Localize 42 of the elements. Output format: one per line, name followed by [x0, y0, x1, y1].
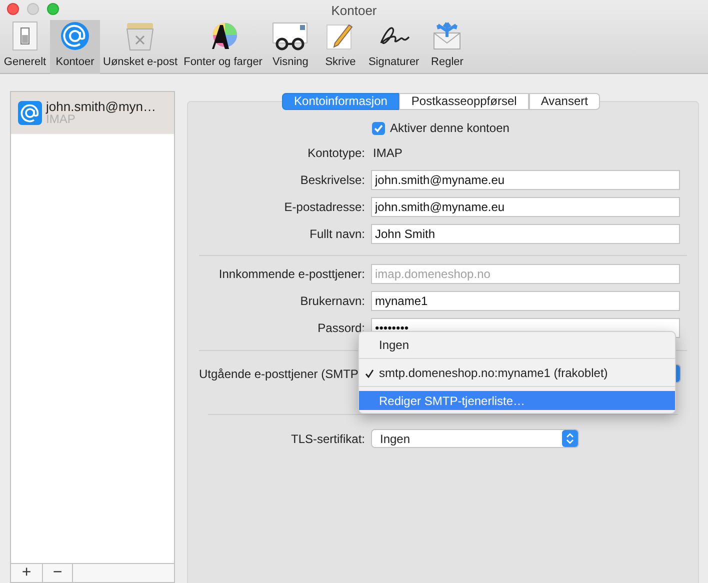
trash-bin-icon	[124, 20, 156, 50]
tab[interactable]: Avansert	[528, 93, 600, 110]
toolbar-button[interactable]: Generelt	[0, 20, 50, 74]
field-label: TLS-sertifikat:	[290, 430, 365, 448]
field-label: Brukernavn:	[299, 292, 365, 310]
input-field[interactable]: John Smith	[371, 224, 680, 244]
toolbar-button[interactable]: Uønsket e-post	[100, 20, 181, 74]
field-label: Beskrivelse:	[299, 172, 365, 188]
checkbox[interactable]	[372, 122, 385, 134]
account-name: john.smith@myn…	[46, 100, 156, 113]
checkmark-icon	[364, 368, 374, 378]
checkbox-label: Aktiver denne kontoen	[390, 120, 510, 137]
input-field[interactable]: john.smith@myname.eu	[371, 170, 680, 190]
account-type-value: IMAP	[373, 144, 402, 162]
popup-button[interactable]: Ingen	[371, 429, 579, 448]
field-label: E-postadresse:	[283, 198, 365, 216]
toolbar-button[interactable]: Signaturer	[365, 20, 422, 74]
toolbar-button[interactable]: Regler	[422, 20, 472, 74]
glasses-on-letter-icon	[272, 20, 308, 50]
at-sign-icon	[60, 20, 90, 50]
add-button[interactable]: +	[11, 564, 43, 582]
input-field[interactable]: john.smith@myname.eu	[371, 196, 680, 216]
menu-item[interactable]: Ingen	[359, 335, 675, 354]
menu-item[interactable]: Rediger SMTP-tjenerliste…	[359, 391, 675, 410]
field-label: Fullt navn:	[308, 226, 365, 242]
field-label: Kontotype:	[306, 144, 365, 162]
zoom-button[interactable]	[47, 3, 59, 15]
switch-icon	[12, 20, 38, 50]
field-label: Utgående e-posttjener (SMTP	[199, 366, 358, 382]
toolbar-button[interactable]: Kontoer	[50, 20, 100, 74]
remove-button[interactable]: −	[43, 564, 73, 582]
toolbar-button[interactable]: Fonter og farger	[180, 20, 266, 74]
toolbar-button[interactable]: Skrive	[315, 20, 366, 74]
tab[interactable]: Postkasseoppførsel	[399, 93, 529, 110]
menu-item[interactable]: smtp.domeneshop.no:myname1 (frakoblet)	[359, 363, 675, 382]
field-label: Passord:	[316, 320, 365, 336]
at-sign-icon	[18, 101, 42, 125]
toolbar-button[interactable]: Visning	[265, 20, 316, 74]
window-title: Kontoer	[331, 2, 377, 20]
field-label: Innkommende e-posttjener:	[218, 266, 365, 282]
input-field[interactable]: myname1	[371, 290, 680, 310]
close-button[interactable]	[7, 3, 19, 15]
